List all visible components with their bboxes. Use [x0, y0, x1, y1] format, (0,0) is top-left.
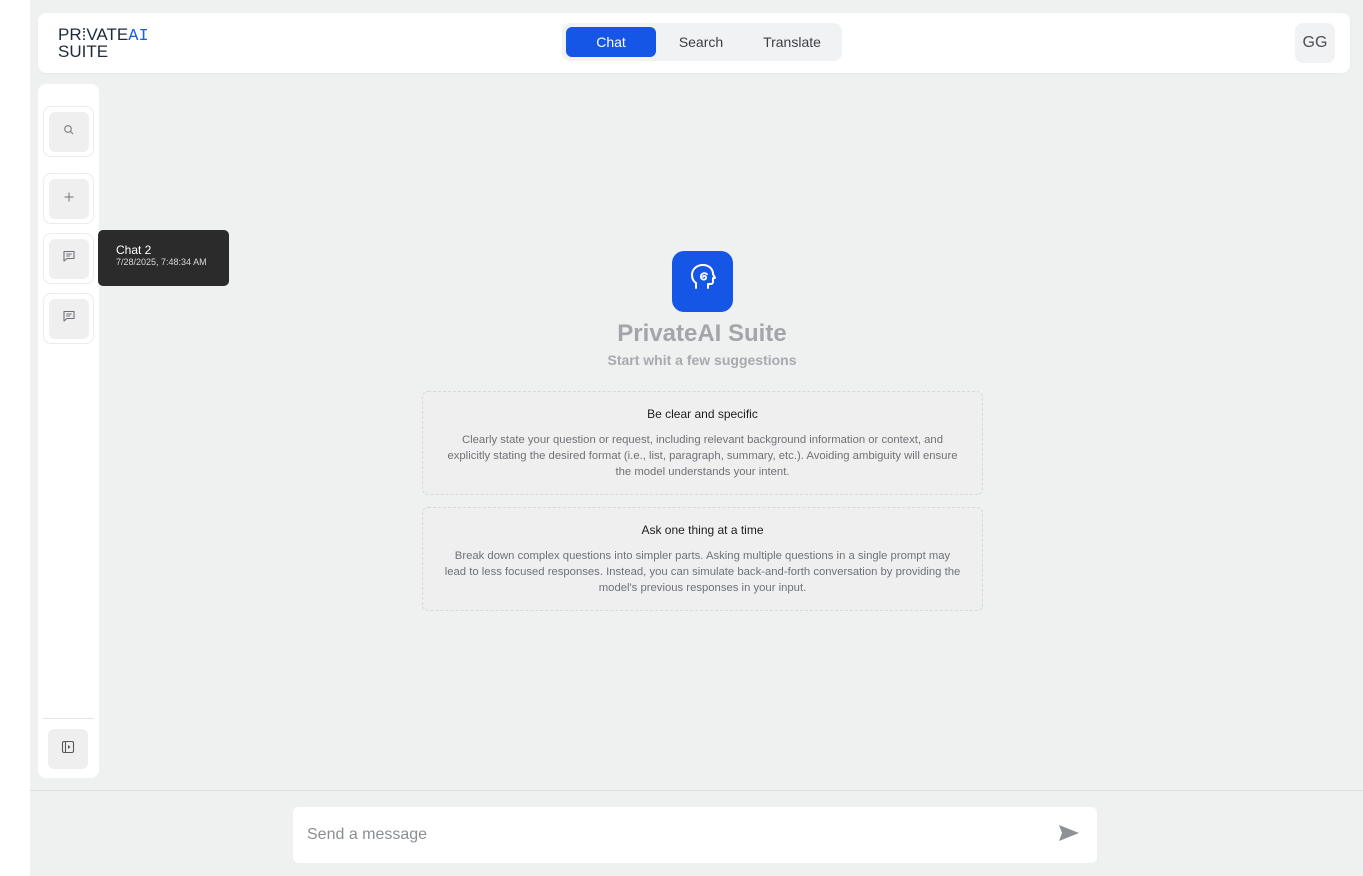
user-avatar[interactable]: GG [1295, 23, 1335, 63]
message-input[interactable] [307, 821, 1007, 849]
top-header: PR⁞VATEAI SUITE Chat Search Translate GG [38, 13, 1350, 73]
sidebar-divider [43, 718, 94, 719]
chat-icon [62, 309, 76, 328]
sidebar-item-chat-2 [43, 233, 94, 284]
search-button[interactable] [48, 111, 89, 152]
tab-search[interactable]: Search [656, 27, 746, 57]
sidebar-item-chat-1 [43, 293, 94, 344]
tab-chat[interactable]: Chat [566, 27, 656, 57]
suggestion-body: Clearly state your question or request, … [447, 434, 958, 478]
send-button[interactable] [1057, 823, 1081, 847]
sidebar-item-new-chat [43, 173, 94, 224]
search-icon [63, 123, 75, 141]
sidebar-toggle-icon [61, 740, 75, 759]
tooltip-date: 7/28/2025, 7:48:34 AM [116, 257, 207, 267]
chat-1-button[interactable] [48, 298, 89, 339]
chat-2-button[interactable] [48, 238, 89, 279]
sidebar-toggle-button[interactable] [48, 729, 88, 769]
mode-tabs: Chat Search Translate [562, 23, 842, 61]
sidebar [38, 84, 99, 778]
app-logo[interactable]: PR⁞VATEAI SUITE [58, 26, 149, 61]
sidebar-item-search [43, 106, 94, 157]
chat-icon [62, 249, 76, 268]
head-spiral-icon [686, 262, 720, 301]
logo-line-2: SUITE [58, 42, 109, 61]
suggestion-title: Ask one thing at a time [641, 523, 764, 537]
new-chat-button[interactable] [48, 178, 89, 219]
app-root: PR⁞VATEAI SUITE Chat Search Translate GG [30, 0, 1363, 876]
suggestion-card[interactable]: Ask one thing at a time Break down compl… [422, 507, 983, 611]
brand-icon-tile [672, 251, 733, 312]
plus-icon [63, 190, 75, 208]
suggestion-title: Be clear and specific [647, 407, 758, 421]
tab-translate[interactable]: Translate [746, 27, 838, 57]
suggestion-body: Break down complex questions into simple… [444, 550, 961, 594]
chat-tooltip: Chat 2 7/28/2025, 7:48:34 AM [98, 230, 229, 286]
brand-subtitle: Start whit a few suggestions [607, 352, 797, 368]
composer [293, 807, 1097, 863]
send-icon [1058, 824, 1080, 847]
composer-divider [30, 790, 1363, 791]
brand-title: PrivateAI Suite [617, 320, 787, 347]
tooltip-title: Chat 2 [116, 243, 152, 257]
suggestion-card[interactable]: Be clear and specific Clearly state your… [422, 391, 983, 495]
logo-ai: AI [128, 27, 149, 46]
